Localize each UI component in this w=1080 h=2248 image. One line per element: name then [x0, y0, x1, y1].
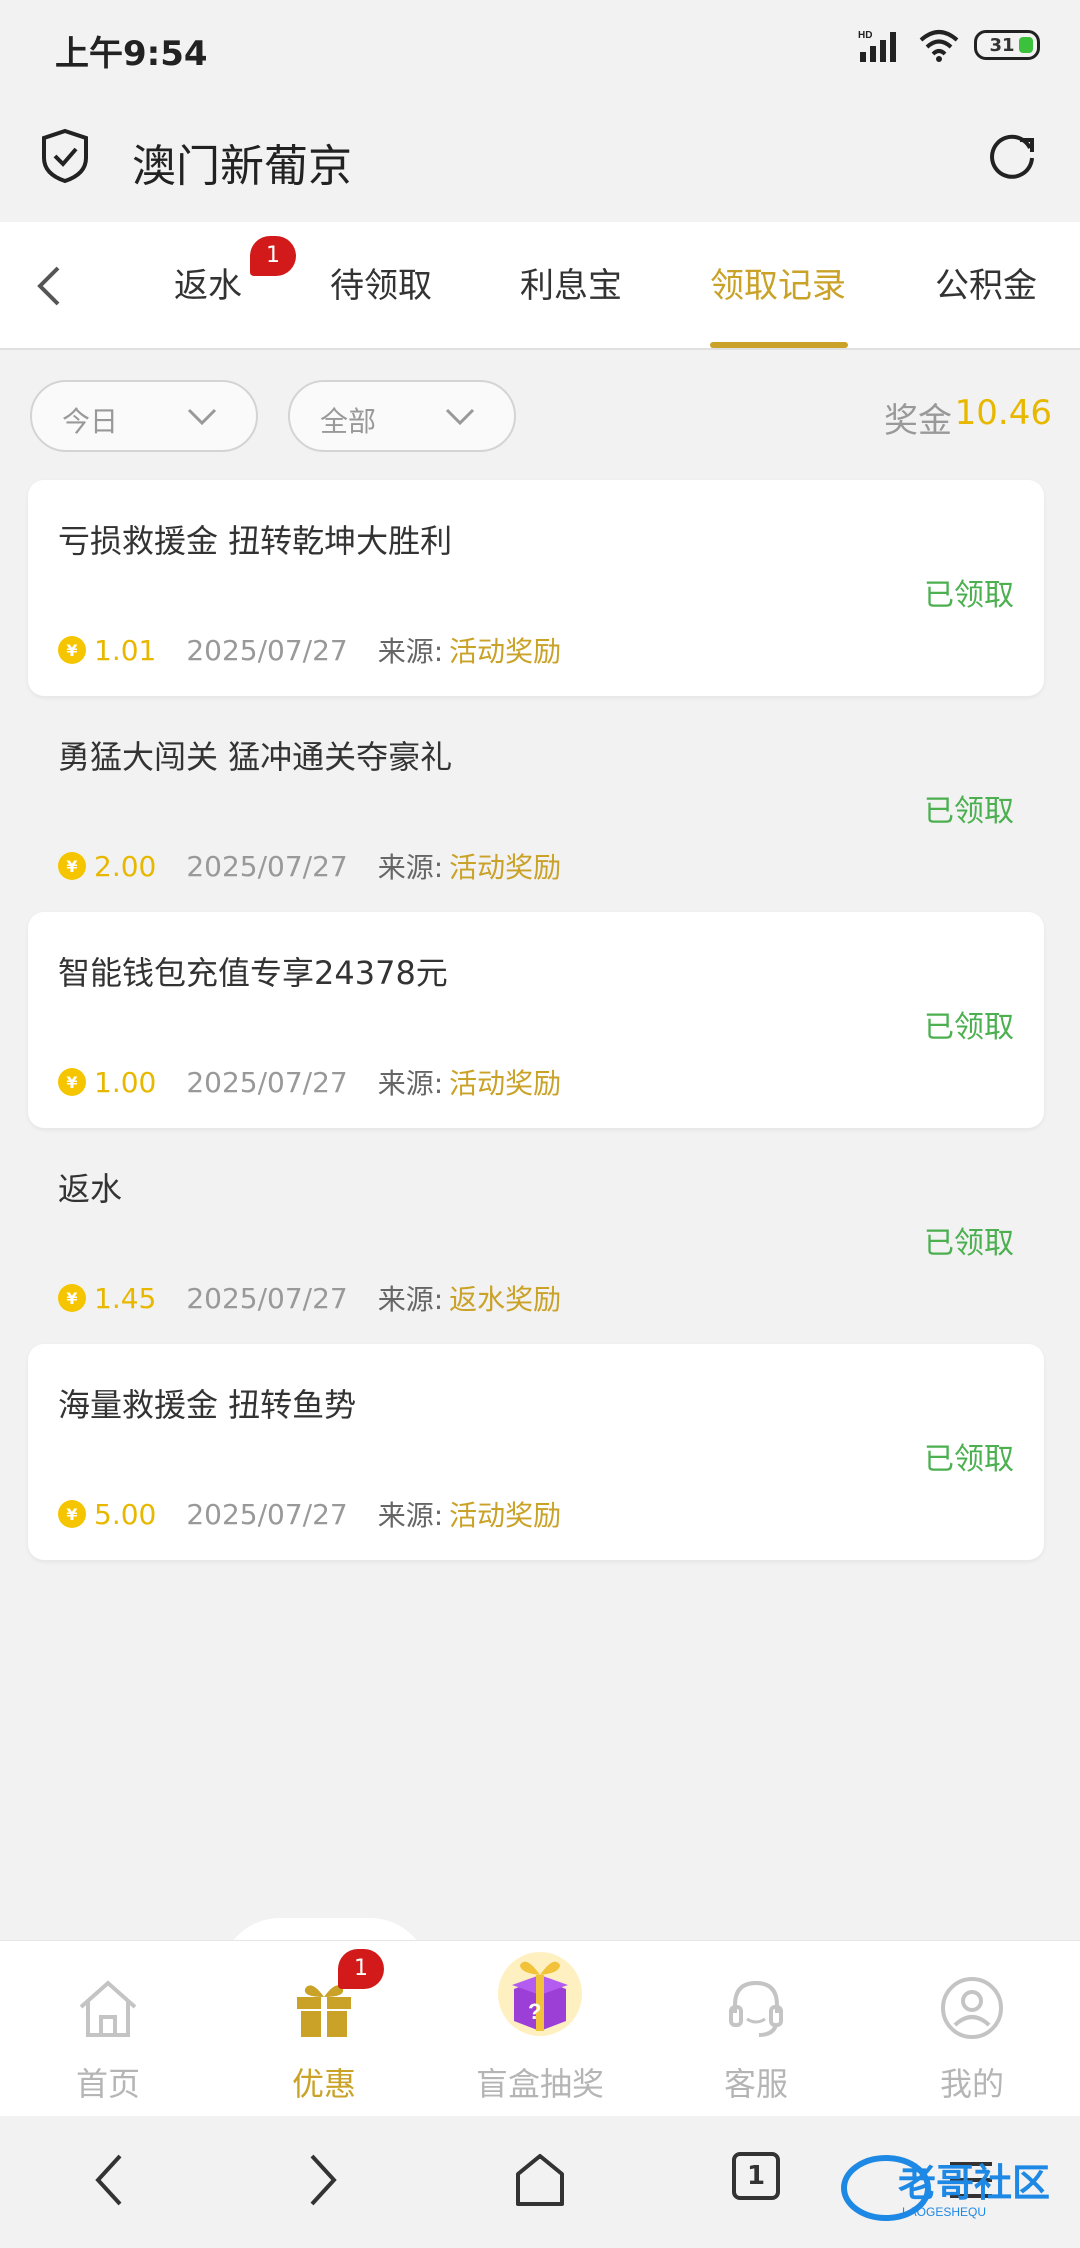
coin-icon: ¥: [58, 852, 86, 880]
chevron-down-icon: [187, 408, 217, 426]
record-source: 返水奖励: [449, 1283, 562, 1316]
record-status: 已领取: [924, 1226, 1014, 1261]
headset-icon: [729, 1980, 783, 2037]
wifi-icon: [919, 30, 959, 62]
record-title: 返水: [58, 1170, 123, 1208]
record-source: 活动奖励: [449, 1499, 562, 1532]
nav-label: 我的: [939, 2065, 1004, 2103]
status-time: 上午9:54: [55, 34, 208, 74]
date-filter-label: 今日: [62, 405, 119, 438]
nav-label: 盲盒抽奖: [475, 2065, 604, 2103]
svg-text:HD: HD: [858, 30, 872, 41]
record-amount: 1.00: [94, 1065, 157, 1099]
battery-icon: 31: [974, 30, 1040, 60]
type-filter-label: 全部: [320, 405, 377, 438]
tab-provident[interactable]: 公积金: [935, 258, 1037, 307]
record-source: 活动奖励: [449, 1067, 562, 1100]
mystery-box-icon: ?: [498, 1952, 582, 2036]
signal-icon: HD: [858, 30, 896, 62]
tab-badge: 1: [250, 236, 296, 276]
record-date: 2025/07/27: [186, 1497, 348, 1531]
record-item[interactable]: 勇猛大闯关 猛冲通关夺豪礼 已领取 ¥ 2.00 2025/07/27 来源: …: [28, 696, 1044, 912]
home-button-icon[interactable]: [512, 2152, 568, 2208]
browser-forward-icon[interactable]: [306, 2152, 340, 2208]
record-item[interactable]: 智能钱包充值专享24378元 已领取 ¥ 1.00 2025/07/27 来源:…: [28, 912, 1044, 1128]
record-title: 智能钱包充值专享24378元: [58, 954, 448, 992]
record-source: 活动奖励: [449, 635, 562, 668]
home-icon: [79, 1980, 137, 2037]
date-filter-dropdown[interactable]: 今日: [30, 380, 258, 452]
bonus-label: 奖金: [884, 401, 952, 441]
browser-back-icon[interactable]: [92, 2152, 126, 2208]
nav-label: 优惠: [291, 2065, 356, 2103]
refresh-icon[interactable]: [984, 128, 1040, 184]
bonus-value: 10.46: [954, 393, 1052, 433]
record-source: 活动奖励: [449, 851, 562, 884]
tab-bar: 返水 1 待领取 利息宝 领取记录 公积金: [0, 222, 1080, 350]
app-header: 澳门新葡京: [0, 96, 1080, 222]
record-source-label: 来源:: [377, 635, 444, 668]
coin-icon: ¥: [58, 1068, 86, 1096]
tab-rebate[interactable]: 返水: [174, 258, 242, 307]
record-amount: 1.01: [94, 633, 157, 667]
record-date: 2025/07/27: [186, 849, 348, 883]
type-filter-dropdown[interactable]: 全部: [288, 380, 516, 452]
chevron-down-icon: [445, 408, 475, 426]
coin-icon: ¥: [58, 1284, 86, 1312]
record-title: 亏损救援金 扭转乾坤大胜利: [58, 522, 453, 560]
nav-profile[interactable]: 我的: [864, 1941, 1080, 2117]
record-source-label: 来源:: [377, 1067, 444, 1100]
coin-icon: ¥: [58, 1500, 86, 1528]
record-source-label: 来源:: [377, 1499, 444, 1532]
record-amount: 2.00: [94, 849, 157, 883]
record-source-label: 来源:: [377, 1283, 444, 1316]
shield-check-icon[interactable]: [40, 128, 90, 184]
bottom-nav: 首页 1 优惠 ? 盲盒抽奖 客服 我的: [0, 1940, 1080, 2116]
record-title: 勇猛大闯关 猛冲通关夺豪礼: [58, 738, 453, 776]
svg-text:老哥社区: 老哥社区: [898, 2161, 1050, 2205]
nav-promotions[interactable]: 1 优惠: [216, 1941, 432, 2117]
svg-text:LAOGESHEQU: LAOGESHEQU: [902, 2205, 986, 2219]
chevron-left-icon[interactable]: [30, 262, 70, 310]
svg-text:?: ?: [528, 1999, 541, 2024]
nav-label: 首页: [75, 2065, 140, 2103]
user-icon: [941, 1977, 1003, 2039]
record-item[interactable]: 亏损救援金 扭转乾坤大胜利 已领取 ¥ 1.01 2025/07/27 来源: …: [28, 480, 1044, 696]
tab-pending[interactable]: 待领取: [330, 258, 432, 307]
status-bar: 上午9:54 HD 31: [0, 0, 1080, 96]
app-title: 澳门新葡京: [132, 141, 352, 192]
record-date: 2025/07/27: [186, 633, 348, 667]
record-amount: 5.00: [94, 1497, 157, 1531]
record-status: 已领取: [924, 1010, 1014, 1045]
watermark-logo: 老哥社区 LAOGESHEQU: [841, 2155, 1050, 2221]
record-source-label: 来源:: [377, 851, 444, 884]
tabs-count-button[interactable]: 1: [732, 2152, 780, 2200]
record-item[interactable]: 返水 已领取 ¥ 1.45 2025/07/27 来源: 返水奖励: [28, 1128, 1044, 1344]
nav-mystery-box[interactable]: ? 盲盒抽奖: [432, 1941, 648, 2117]
status-icons: HD 31: [858, 28, 1040, 62]
coin-icon: ¥: [58, 636, 86, 664]
active-tab-indicator: [710, 342, 848, 348]
record-title: 海量救援金 扭转鱼势: [58, 1386, 357, 1424]
record-status: 已领取: [924, 794, 1014, 829]
nav-support[interactable]: 客服: [648, 1941, 864, 2117]
nav-label: 客服: [723, 2065, 788, 2103]
record-date: 2025/07/27: [186, 1281, 348, 1315]
record-amount: 1.45: [94, 1281, 157, 1315]
tab-interest[interactable]: 利息宝: [520, 258, 622, 307]
record-status: 已领取: [924, 1442, 1014, 1477]
record-date: 2025/07/27: [186, 1065, 348, 1099]
nav-badge: 1: [338, 1949, 384, 1989]
record-item[interactable]: 海量救援金 扭转鱼势 已领取 ¥ 5.00 2025/07/27 来源: 活动奖…: [28, 1344, 1044, 1560]
battery-level: 31: [989, 34, 1015, 56]
record-status: 已领取: [924, 578, 1014, 613]
tab-records[interactable]: 领取记录: [710, 258, 846, 307]
nav-home[interactable]: 首页: [0, 1941, 216, 2117]
